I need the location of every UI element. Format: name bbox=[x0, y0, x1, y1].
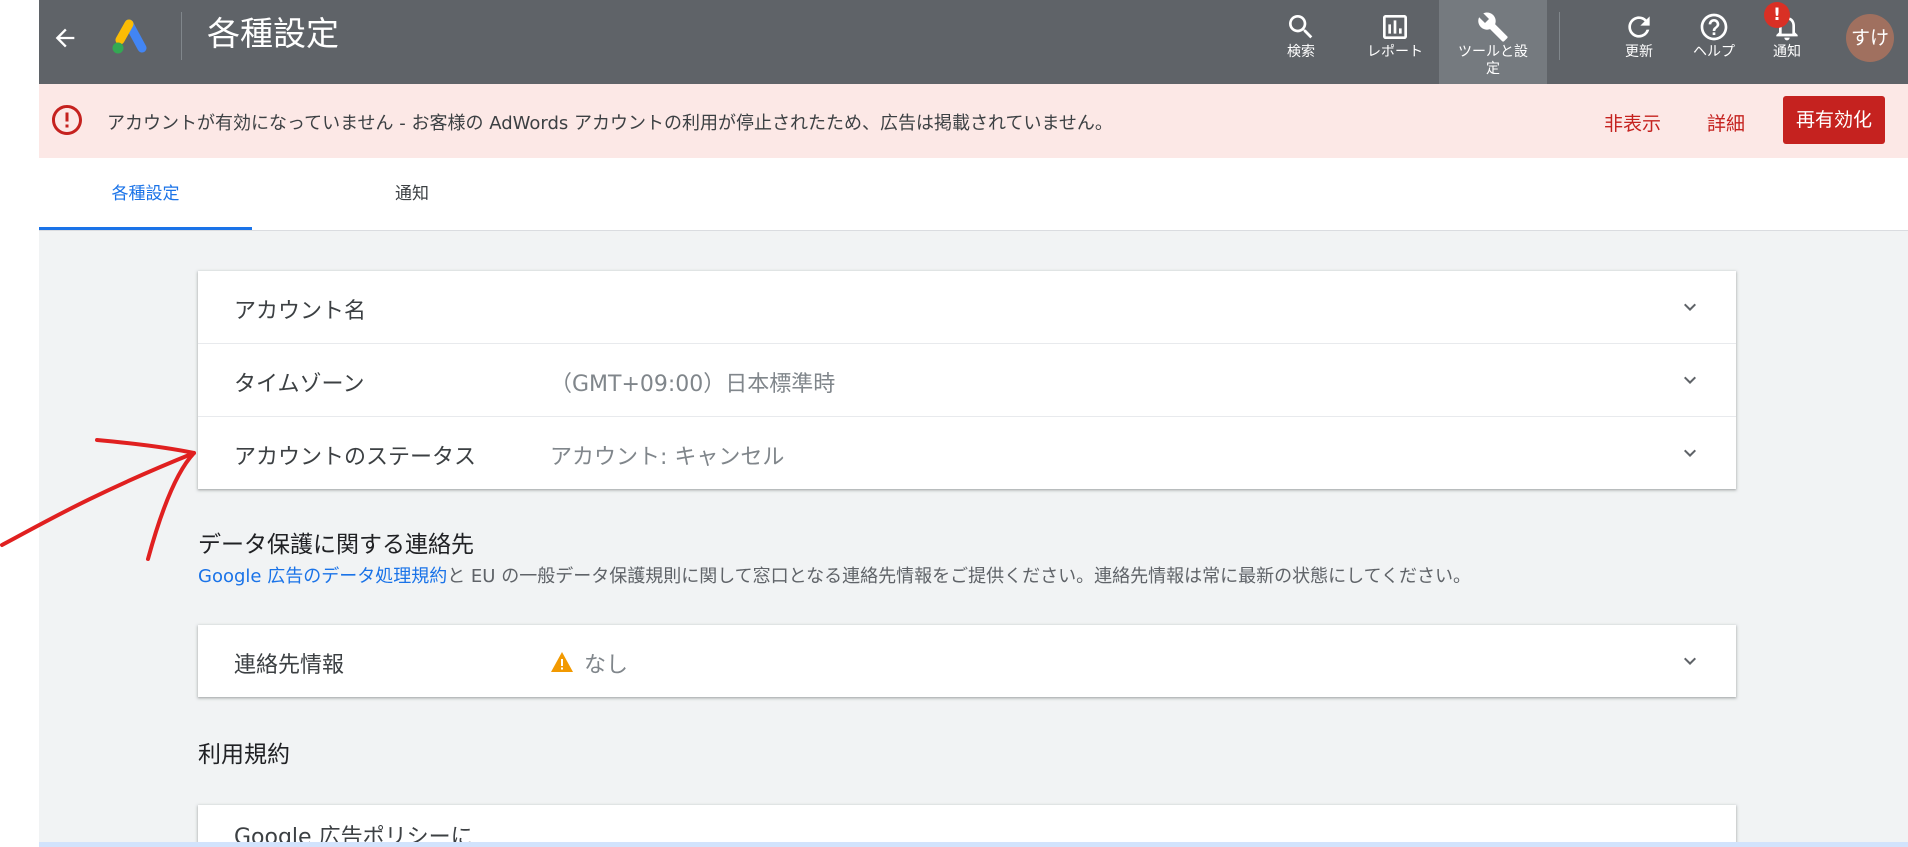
arrow-back-icon bbox=[55, 28, 75, 48]
details-link[interactable]: 詳細 bbox=[1707, 109, 1745, 136]
data-protection-description: Google 広告のデータ処理規約と EU の一般データ保護規則に関して窓口とな… bbox=[198, 562, 1471, 588]
setting-row-timezone[interactable]: タイムゾーン （GMT+09:00）日本標準時 bbox=[198, 344, 1736, 417]
help-icon bbox=[1700, 13, 1728, 41]
back-button[interactable] bbox=[45, 18, 85, 58]
contact-info-card: 連絡先情報 なし bbox=[198, 625, 1736, 697]
chevron-down-icon bbox=[1684, 657, 1696, 665]
setting-row-account-name[interactable]: アカウント名 bbox=[198, 271, 1736, 344]
data-processing-terms-link[interactable]: Google 広告のデータ処理規約 bbox=[198, 566, 447, 587]
chevron-down-icon bbox=[1684, 376, 1696, 384]
chevron-down-icon bbox=[1684, 303, 1696, 311]
account-alert-banner: アカウントが有効になっていません - お客様の AdWords アカウントの利用… bbox=[39, 84, 1908, 158]
description-text: と EU の一般データ保護規則に関して窓口となる連絡先情報をご提供ください。連絡… bbox=[447, 566, 1472, 587]
wrench-icon bbox=[1478, 12, 1508, 42]
reactivate-button[interactable]: 再有効化 bbox=[1783, 96, 1885, 144]
setting-row-account-status[interactable]: アカウントのステータス アカウント: キャンセル bbox=[198, 417, 1736, 489]
help-button[interactable]: ヘルプ bbox=[1679, 0, 1749, 84]
notifications-label: 通知 bbox=[1773, 44, 1801, 60]
setting-label: 連絡先情報 bbox=[234, 653, 345, 678]
help-label: ヘルプ bbox=[1693, 44, 1735, 60]
bottom-scroll-edge bbox=[39, 842, 1908, 847]
tab-notifications[interactable]: 通知 bbox=[332, 158, 492, 230]
header-divider bbox=[181, 12, 182, 60]
tab-settings[interactable]: 各種設定 bbox=[39, 158, 252, 230]
avatar[interactable]: すけ bbox=[1846, 14, 1894, 62]
search-icon bbox=[1289, 15, 1313, 39]
tab-bar: 各種設定 通知 bbox=[39, 158, 1908, 231]
search-button[interactable]: 検索 bbox=[1265, 0, 1337, 84]
notification-badge: ! bbox=[1764, 2, 1790, 28]
chevron-down-icon bbox=[1684, 449, 1696, 457]
terms-title: 利用規約 bbox=[198, 742, 290, 768]
setting-value: なし bbox=[584, 653, 629, 678]
tools-settings-label: ツールと設定 bbox=[1458, 44, 1528, 77]
reports-button[interactable]: レポート bbox=[1345, 0, 1445, 84]
setting-row-terms[interactable]: Google 広告ポリシーに bbox=[198, 805, 1736, 847]
tools-divider bbox=[1559, 12, 1560, 60]
account-settings-card: アカウント名 タイムゾーン （GMT+09:00）日本標準時 アカウントのステー… bbox=[198, 271, 1736, 489]
data-protection-title: データ保護に関する連絡先 bbox=[198, 532, 474, 558]
refresh-button[interactable]: 更新 bbox=[1609, 0, 1669, 84]
red-annotation-arrow bbox=[0, 438, 196, 561]
page-title: 各種設定 bbox=[207, 14, 339, 53]
setting-label: アカウントのステータス bbox=[234, 445, 477, 470]
setting-row-contact-info[interactable]: 連絡先情報 なし bbox=[198, 625, 1736, 697]
app-root: 各種設定 検索 レポート ツールと設定 更新 ヘルプ 通知 ! すけ アカウント… bbox=[39, 0, 1908, 847]
hide-alert-link[interactable]: 非表示 bbox=[1604, 109, 1661, 136]
refresh-label: 更新 bbox=[1625, 44, 1653, 60]
warning-icon bbox=[551, 652, 573, 672]
reports-label: レポート bbox=[1367, 44, 1423, 60]
terms-card: Google 広告ポリシーに bbox=[198, 805, 1736, 847]
error-icon bbox=[52, 105, 82, 135]
setting-value: （GMT+09:00）日本標準時 bbox=[550, 372, 836, 397]
top-bar: 各種設定 検索 レポート ツールと設定 更新 ヘルプ 通知 ! すけ bbox=[39, 0, 1908, 84]
alert-message: アカウントが有効になっていません - お客様の AdWords アカウントの利用… bbox=[107, 113, 1113, 134]
refresh-icon bbox=[1628, 16, 1650, 38]
setting-value: アカウント: キャンセル bbox=[550, 445, 785, 470]
search-label: 検索 bbox=[1287, 44, 1315, 60]
tools-settings-button[interactable]: ツールと設定 bbox=[1439, 0, 1547, 84]
bar-chart-icon bbox=[1383, 15, 1407, 39]
setting-label: タイムゾーン bbox=[234, 372, 365, 397]
setting-label: アカウント名 bbox=[234, 299, 367, 324]
google-ads-logo bbox=[112, 19, 147, 54]
